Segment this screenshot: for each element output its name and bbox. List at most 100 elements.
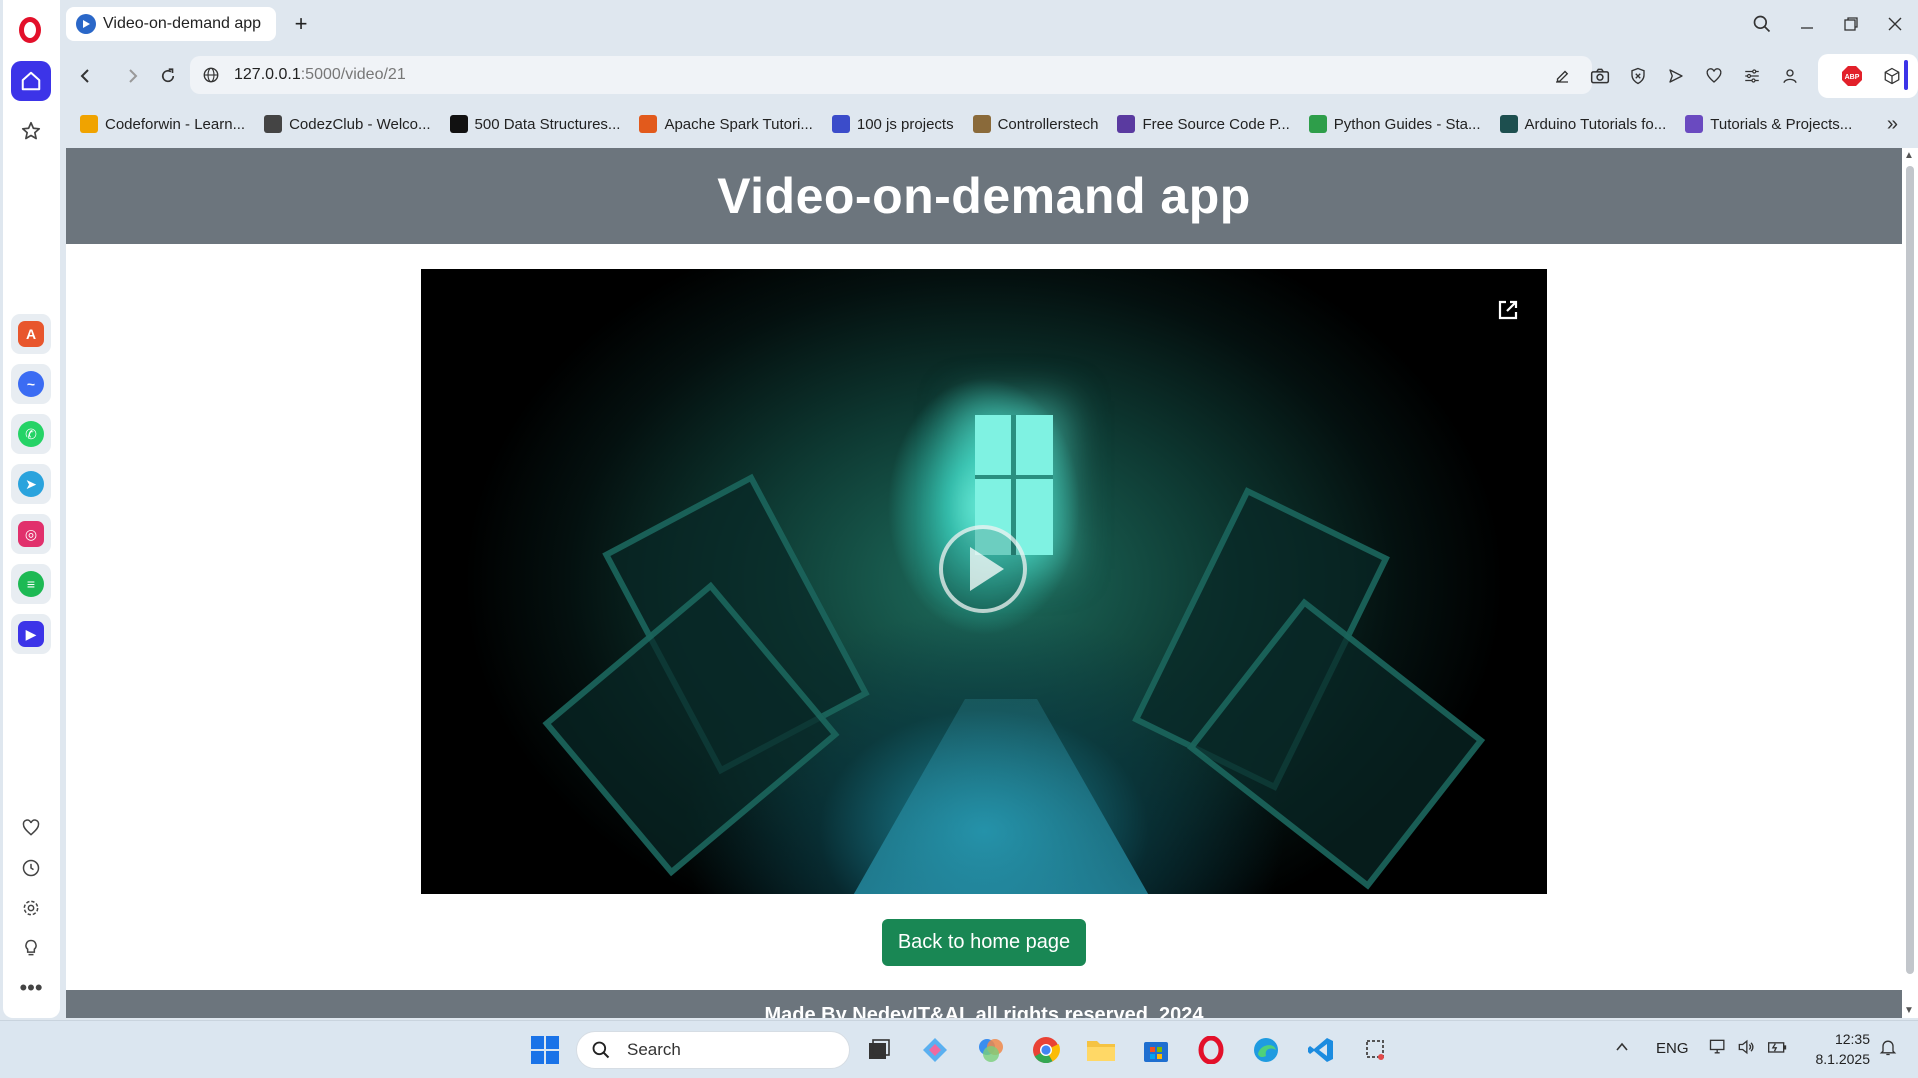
edit-icon[interactable]	[1548, 62, 1576, 90]
bookmark-label: 100 js projects	[856, 115, 954, 133]
pinboard-heart-icon[interactable]	[14, 811, 48, 845]
bookmark-favicon-icon	[1499, 115, 1518, 133]
adblock-plus-icon[interactable]: ABP	[1838, 62, 1866, 90]
tab-favicon-icon	[76, 14, 96, 34]
video-scene-floor	[851, 699, 1151, 894]
volume-icon[interactable]	[1736, 1037, 1756, 1061]
minimize-button[interactable]	[1792, 10, 1822, 38]
language-indicator[interactable]: ENG	[1656, 1040, 1689, 1057]
instagram-icon: ◎	[18, 521, 44, 547]
bookmark-item[interactable]: Arduino Tutorials fo...	[1499, 115, 1667, 133]
sidebar-app-whatsapp[interactable]: ✆	[11, 414, 51, 454]
scroll-down-icon[interactable]: ▼	[1904, 1005, 1914, 1016]
battery-icon[interactable]	[1766, 1037, 1788, 1061]
clock-date: 8.1.2025	[1815, 1051, 1871, 1067]
sidebar-app-messenger[interactable]: ~	[11, 364, 51, 404]
bookmark-item[interactable]: 100 js projects	[831, 115, 954, 133]
pinboards-heart-icon[interactable]	[1700, 62, 1728, 90]
player-icon: ▶	[18, 621, 44, 647]
snapshot-camera-icon[interactable]	[1586, 62, 1614, 90]
search-icon	[592, 1041, 610, 1059]
bookmark-label: CodezClub - Welco...	[289, 115, 431, 133]
speed-dial-star-icon[interactable]	[14, 114, 48, 148]
scrollbar-thumb[interactable]	[1906, 166, 1914, 974]
site-footer: Made By NedevIT&AI, all rights reserved,…	[66, 990, 1902, 1018]
search-placeholder: Search	[627, 1040, 681, 1059]
page-viewport: Video-on-demand app Back to home page Ma…	[66, 148, 1902, 1018]
forward-nav-button[interactable]	[118, 62, 146, 90]
tips-lightbulb-icon[interactable]	[14, 931, 48, 965]
more-dots-icon[interactable]: •••	[14, 971, 48, 1005]
video-player[interactable]	[421, 269, 1547, 894]
sidebar-app-spotify[interactable]: ≡	[11, 564, 51, 604]
bookmark-item[interactable]: Free Source Code P...	[1117, 115, 1290, 133]
history-clock-icon[interactable]	[14, 851, 48, 885]
opera-logo-icon[interactable]	[19, 17, 41, 43]
back-to-home-button[interactable]: Back to home page	[882, 919, 1086, 966]
play-icon[interactable]	[939, 525, 1027, 613]
taskbar-search-input[interactable]: Search	[576, 1031, 850, 1069]
network-icon[interactable]	[1708, 1037, 1728, 1061]
scroll-up-icon[interactable]: ▲	[1904, 150, 1914, 161]
tab-search-icon[interactable]	[1747, 10, 1777, 38]
bookmark-label: Arduino Tutorials fo...	[1524, 115, 1667, 133]
bookmark-favicon-icon	[1117, 115, 1136, 133]
snipping-tool-icon[interactable]	[1359, 1033, 1393, 1067]
task-view-icon[interactable]	[862, 1033, 896, 1067]
bookmark-item[interactable]: Tutorials & Projects...	[1685, 115, 1852, 133]
opera-taskbar-icon[interactable]	[1194, 1033, 1228, 1067]
notifications-bell-icon[interactable]	[1878, 1037, 1898, 1061]
bookmark-item[interactable]: Apache Spark Tutori...	[639, 115, 813, 133]
tab-bar: Video-on-demand app +	[62, 0, 1918, 50]
close-window-button[interactable]	[1880, 10, 1910, 38]
sidebar-app-telegram[interactable]: ➤	[11, 464, 51, 504]
bookmark-label: Tutorials & Projects...	[1710, 115, 1853, 133]
bookmark-item[interactable]: Controllerstech	[972, 115, 1099, 133]
show-hidden-icons-chevron-icon[interactable]	[1614, 1039, 1630, 1059]
sidebar-accent-bar	[1904, 60, 1908, 90]
restore-button[interactable]	[1836, 10, 1866, 38]
widgets-app-icon[interactable]	[918, 1033, 952, 1067]
tab-video-on-demand[interactable]: Video-on-demand app	[66, 7, 276, 41]
clock-time: 12:35	[1834, 1031, 1870, 1047]
reload-button[interactable]	[154, 62, 182, 90]
page-scrollbar[interactable]: ▲ ▼	[1902, 148, 1918, 1018]
bookmark-favicon-icon	[831, 115, 850, 133]
bookmark-item[interactable]: CodezClub - Welco...	[264, 115, 431, 133]
extensions-cube-icon[interactable]	[1878, 62, 1906, 90]
spotify-icon: ≡	[18, 571, 44, 597]
sidebar-app-aria[interactable]: A	[11, 314, 51, 354]
home-icon	[21, 71, 41, 91]
copilot-icon[interactable]	[974, 1033, 1008, 1067]
account-user-icon[interactable]	[1776, 62, 1804, 90]
back-nav-button[interactable]	[72, 62, 100, 90]
site-header: Video-on-demand app	[66, 148, 1902, 244]
adblock-shield-icon[interactable]	[1624, 62, 1652, 90]
address-bar[interactable]: 127.0.0.1:5000/video/21	[190, 56, 1592, 94]
home-button[interactable]	[11, 61, 51, 101]
settings-gear-icon[interactable]	[14, 891, 48, 925]
windows-taskbar: Search ENG 12:35 8.1.2025	[0, 1020, 1918, 1078]
sidebar-app-instagram[interactable]: ◎	[11, 514, 51, 554]
microsoft-store-icon[interactable]	[1139, 1033, 1173, 1067]
bookmark-item[interactable]: Codeforwin - Learn...	[80, 115, 245, 133]
aria-icon: A	[18, 321, 44, 347]
bookmark-label: Controllerstech	[997, 115, 1099, 133]
bookmark-item[interactable]: 500 Data Structures...	[449, 115, 620, 133]
edge-icon[interactable]	[1249, 1033, 1283, 1067]
bookmark-label: Free Source Code P...	[1142, 115, 1290, 133]
system-clock[interactable]: 12:35 8.1.2025	[1808, 1029, 1871, 1069]
vscode-icon[interactable]	[1304, 1033, 1338, 1067]
bookmark-item[interactable]: Python Guides - Sta...	[1308, 115, 1481, 133]
easy-setup-icon[interactable]	[1738, 62, 1766, 90]
chrome-icon[interactable]	[1029, 1033, 1063, 1067]
bookmark-favicon-icon	[1308, 115, 1327, 133]
bookmarks-overflow-chevron-icon[interactable]: »	[1887, 113, 1898, 136]
bookmark-favicon-icon	[80, 115, 98, 133]
file-explorer-icon[interactable]	[1084, 1033, 1118, 1067]
windows-start-icon[interactable]	[528, 1033, 562, 1067]
new-tab-button[interactable]: +	[287, 10, 315, 38]
sidebar-app-player[interactable]: ▶	[11, 614, 51, 654]
picture-in-picture-icon[interactable]	[1493, 295, 1523, 325]
flow-send-icon[interactable]	[1662, 62, 1690, 90]
